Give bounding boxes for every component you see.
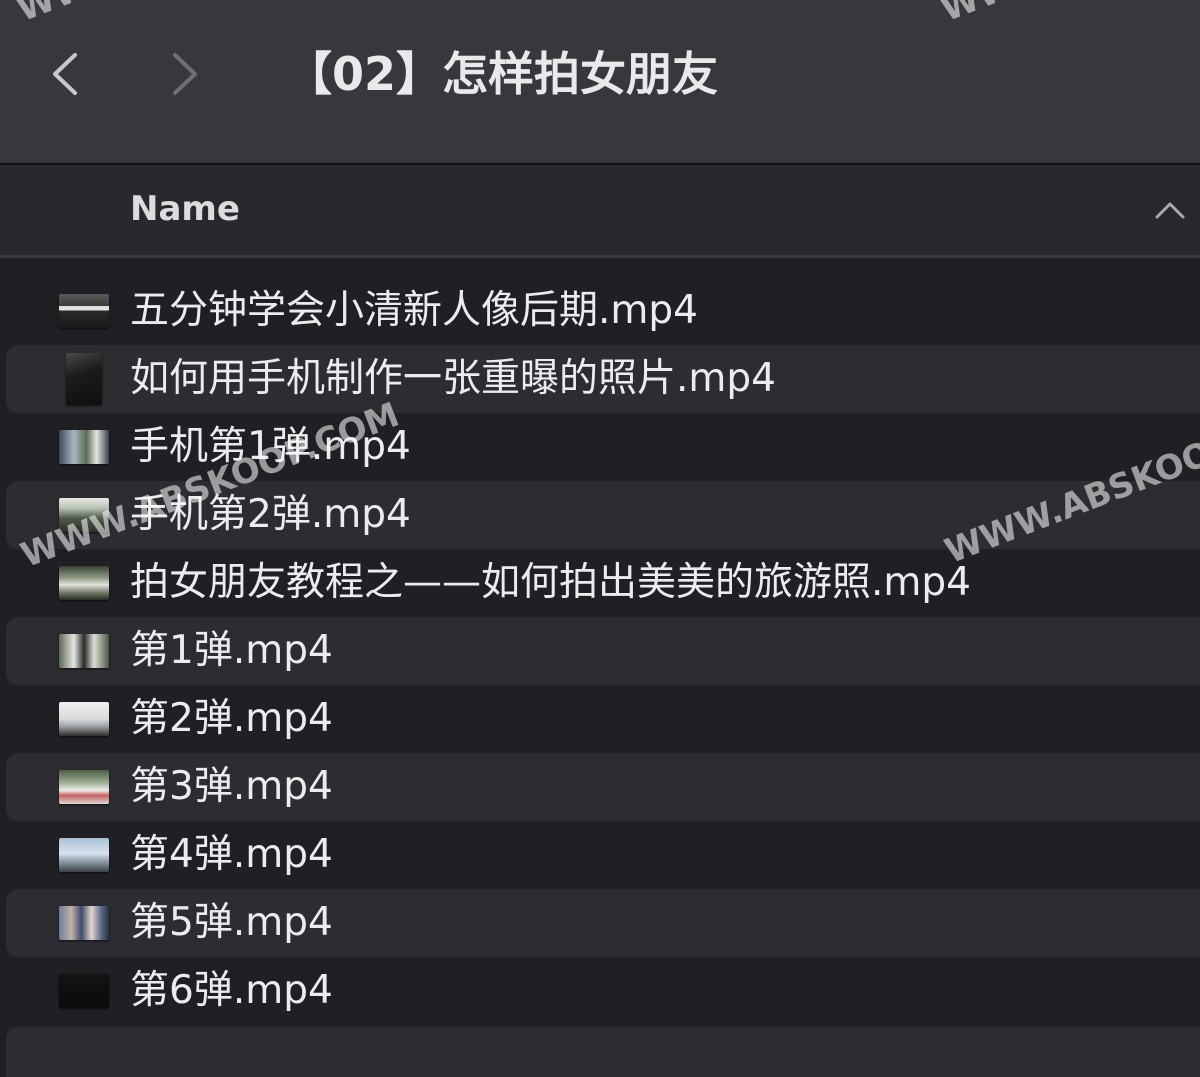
file-name: 如何用手机制作一张重曝的照片.mp4 (130, 356, 776, 401)
chevron-right-icon (173, 53, 197, 95)
video-thumbnail (59, 566, 109, 600)
file-name: 五分钟学会小清新人像后期.mp4 (130, 288, 698, 333)
file-name: 第2弹.mp4 (130, 696, 333, 741)
file-row[interactable]: 第4弹.mp4 (0, 821, 1200, 889)
video-thumbnail (66, 353, 102, 405)
file-name: 手机第2弹.mp4 (130, 492, 411, 537)
video-thumbnail (59, 498, 109, 532)
file-row[interactable]: 第1弹.mp4 (0, 617, 1200, 685)
file-row[interactable]: 如何用手机制作一张重曝的照片.mp4 (0, 345, 1200, 413)
file-row[interactable]: 手机第1弹.mp4 (0, 413, 1200, 481)
video-thumbnail (59, 838, 109, 872)
video-thumbnail (59, 974, 109, 1008)
toolbar: 【02】怎样拍女朋友 (0, 0, 1200, 165)
video-thumbnail (59, 702, 109, 736)
file-row[interactable]: 拍女朋友教程之——如何拍出美美的旅游照.mp4 (0, 549, 1200, 617)
back-button[interactable] (34, 44, 94, 104)
video-thumbnail (59, 770, 109, 804)
file-list: 五分钟学会小清新人像后期.mp4 如何用手机制作一张重曝的照片.mp4 手机第1… (0, 277, 1200, 1025)
video-thumbnail (59, 634, 109, 668)
file-name: 第4弹.mp4 (130, 832, 333, 877)
video-thumbnail (59, 906, 109, 940)
column-header-bar: Name (0, 165, 1200, 258)
file-name: 第3弹.mp4 (130, 764, 333, 809)
file-row[interactable]: 手机第2弹.mp4 (0, 481, 1200, 549)
file-name: 第5弹.mp4 (130, 900, 333, 945)
video-thumbnail (59, 430, 109, 464)
name-column-header[interactable]: Name (130, 187, 240, 231)
chevron-up-icon[interactable] (1154, 195, 1186, 225)
file-row[interactable]: 第5弹.mp4 (0, 889, 1200, 957)
chevron-left-icon (53, 53, 77, 95)
file-row[interactable]: 第3弹.mp4 (0, 753, 1200, 821)
file-row[interactable]: 五分钟学会小清新人像后期.mp4 (0, 277, 1200, 345)
forward-button[interactable] (156, 44, 216, 104)
file-row[interactable]: 第6弹.mp4 (0, 957, 1200, 1025)
file-name: 手机第1弹.mp4 (130, 424, 411, 469)
empty-row (6, 1027, 1200, 1077)
file-name: 拍女朋友教程之——如何拍出美美的旅游照.mp4 (130, 560, 971, 605)
window-title: 【02】怎样拍女朋友 (286, 47, 719, 101)
file-name: 第6弹.mp4 (130, 968, 333, 1013)
video-thumbnail (59, 294, 109, 328)
file-name: 第1弹.mp4 (130, 628, 333, 673)
file-row[interactable]: 第2弹.mp4 (0, 685, 1200, 753)
